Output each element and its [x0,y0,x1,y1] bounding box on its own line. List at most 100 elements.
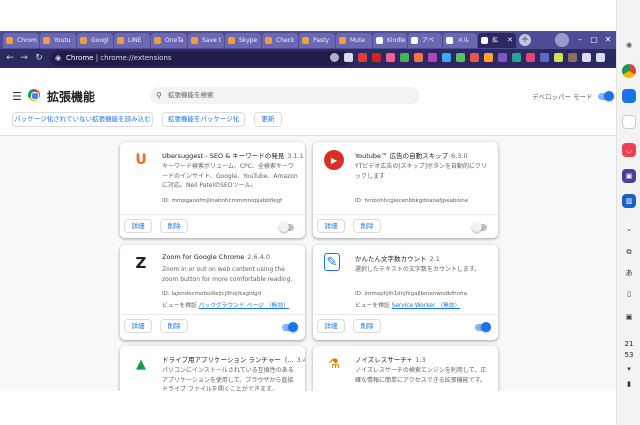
enable-toggle[interactable] [472,222,487,232]
minimize-icon[interactable]: – [574,34,586,46]
extension-card: Z Zoom for Google Chrome 2.6.4.0 Zoom in … [120,245,305,340]
tab[interactable]: メル [443,33,477,48]
drive-icon: ▲ [136,356,146,372]
details-button[interactable]: 詳細 [317,219,345,233]
enable-toggle[interactable] [279,222,294,232]
enable-toggle[interactable] [282,322,298,332]
chrome-logo-icon [28,89,40,101]
share-icon[interactable] [330,53,339,62]
reload-icon[interactable]: ↻ [33,52,45,64]
back-icon[interactable]: ← [4,52,16,64]
devmode-toggle[interactable] [598,91,614,101]
extension-icon[interactable] [456,53,465,62]
extension-icon[interactable] [540,53,549,62]
clipboard-icon[interactable]: ⧉ [622,245,636,259]
extension-s-icon[interactable] [372,53,381,62]
extension-icon[interactable] [470,53,479,62]
close-window-icon[interactable]: ✕ [602,34,614,46]
extension-icon[interactable] [554,53,563,62]
more-menu-icon[interactable] [596,53,605,62]
avatar[interactable] [555,33,569,47]
tab[interactable]: Mute [336,33,372,48]
remove-button[interactable]: 削除 [353,319,381,333]
extension-icon[interactable] [484,53,493,62]
background-page-link[interactable]: バックグラウンド ページ （無効） [199,303,289,309]
app-icon[interactable]: ▣ [622,169,636,183]
extension-name: Youtube™ 広告の自動スキップ 6.3.0 [355,150,468,160]
extension-icon[interactable] [526,53,535,62]
toggle-knob [481,322,491,332]
ime-icon[interactable]: あ [622,266,636,280]
files-icon[interactable] [622,89,636,103]
load-unpacked-button[interactable]: パッケージ化されていない拡張機能を読み込む [12,112,153,127]
pocket-icon[interactable] [358,53,367,62]
search-input[interactable]: ⚲ 拡張機能を検索 [150,87,420,104]
service-worker-link[interactable]: Service Worker （無効） [392,303,461,309]
tab-favicon-icon [265,37,272,44]
extension-name-text: かんたん文字数カウント [355,255,427,263]
remove-button[interactable]: 削除 [353,219,381,233]
tab-label: Check [276,37,295,44]
chevron-down-icon[interactable]: ⌄ [622,222,636,236]
screen-capture-icon[interactable]: ▣ [622,310,636,324]
extension-icon[interactable] [414,53,423,62]
gmail-icon[interactable] [622,115,636,129]
inspect-views: ビューを検証 Service Worker （無効） [355,300,460,309]
extension-card: ▶ Youtube™ 広告の自動スキップ 6.3.0 YTビデオ広告の[スキップ]… [313,142,498,238]
battery-icon[interactable]: ▮ [622,377,636,391]
menu-icon[interactable]: ☰ [12,90,22,103]
tab[interactable]: Check [262,33,298,48]
site-info-icon[interactable]: ◉ [55,51,61,66]
tab[interactable]: Youtu [40,33,76,48]
extension-icon[interactable] [442,53,451,62]
new-tab-button[interactable]: + [519,34,531,46]
details-button[interactable]: 詳細 [124,319,152,333]
puzzle-icon[interactable] [582,53,591,62]
tab-active[interactable]: 拡 ✕ [478,33,516,48]
extension-icon[interactable] [568,53,577,62]
tab[interactable]: Pasty [299,33,335,48]
tab[interactable]: Save t [188,33,224,48]
tab[interactable]: Kindle [373,33,407,48]
trello-icon[interactable]: ▥ [622,194,636,208]
pocket-app-icon[interactable]: ◡ [622,143,636,157]
extension-description: ノイズレスサーチの検索エンジンを利用して、正確な情報に簡単にアクセスできる拡張機… [355,367,487,384]
address-bar[interactable]: ◉ Chrome | chrome://extensions [50,51,350,66]
tab[interactable]: Googl [77,33,113,48]
wifi-icon[interactable]: ▾ [622,362,636,376]
extension-icon[interactable] [428,53,437,62]
close-tab-icon[interactable]: ✕ [507,33,513,48]
extension-icon[interactable] [386,53,395,62]
launcher-icon[interactable]: ◉ [622,38,636,52]
flask-icon: ⚗ [328,356,340,372]
forward-icon[interactable]: → [18,52,30,64]
tab[interactable]: Chrom [3,33,39,48]
extension-name: Zoom for Google Chrome 2.6.4.0 [162,253,270,261]
tab-label: Chrom [17,37,37,44]
details-button[interactable]: 詳細 [124,219,152,233]
details-button[interactable]: 詳細 [317,319,345,333]
tab-favicon-icon [302,37,309,44]
system-shelf: ◉ ◡ ▣ ▥ ⌄ ⧉ あ ▯ ▣ 21 53 ▾ ▮ [616,0,640,425]
remove-button[interactable]: 削除 [160,219,188,233]
extension-icon[interactable] [400,53,409,62]
pack-extension-button[interactable]: 拡張機能をパッケージ化 [162,112,245,127]
tab[interactable]: アペ [408,33,442,48]
extension-icon[interactable] [498,53,507,62]
extension-icon[interactable] [512,53,521,62]
tab[interactable]: Skype [225,33,261,48]
chrome-app-icon[interactable] [622,64,636,78]
tab[interactable]: OneTa [151,33,187,48]
bookmark-star-icon[interactable] [344,53,353,62]
extension-card: ⚗ ノイズレスサーチ+ 1.3 ノイズレスサーチの検索エンジンを利用して、正確な情… [313,346,498,391]
extension-name-text: Ubersuggest - SEO & キーワードの発見 [162,152,285,160]
phone-icon[interactable]: ▯ [622,287,636,301]
maximize-icon[interactable]: ▢ [588,34,600,46]
tab-label: LINE [128,37,142,44]
tab[interactable]: LINE [114,33,150,48]
enable-toggle[interactable] [475,322,491,332]
extension-name: かんたん文字数カウント 2.1 [355,253,440,263]
remove-button[interactable]: 削除 [160,319,188,333]
extension-version: 3.1.1 [287,152,304,160]
update-button[interactable]: 更新 [254,112,282,127]
